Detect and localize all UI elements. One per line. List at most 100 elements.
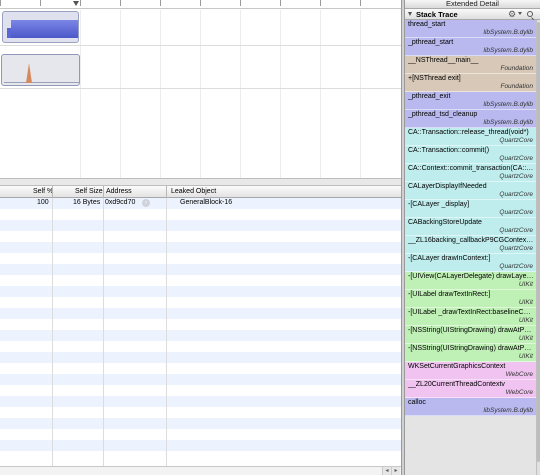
stack-frame-library: libSystem.B.dylib [483,101,534,108]
search-icon[interactable] [527,11,533,17]
stack-frame-function: _pthread_exit [408,93,451,100]
table-row [0,286,401,297]
stack-frame[interactable]: __ZL16backing_callbackP9CGContextPv Quart… [405,236,536,254]
stack-frame[interactable]: __NSThread__main__ Foundation [405,56,536,74]
ruler-tick [200,0,201,6]
stack-frame-library: WebCore [505,389,533,396]
stack-frame[interactable]: -[UILabel drawTextInRect:] UIKit [405,290,536,308]
stack-frame[interactable]: _pthread_start libSystem.B.dylib [405,38,536,56]
column-header-address[interactable]: Address [106,188,132,195]
stack-frame[interactable]: +[NSThread exit] Foundation [405,74,536,92]
stack-frame[interactable]: thread_start libSystem.B.dylib [405,20,536,38]
table-row [0,352,401,363]
grid-line [240,10,241,178]
stack-frame[interactable]: CALayerDisplayIfNeeded QuartzCore [405,182,536,200]
stack-frame[interactable]: -[UIView(CALayerDelegate) drawLayer:in..… [405,272,536,290]
extended-detail-panel: Extended Detail Stack Trace ⚙ thread_sta… [405,0,540,475]
leaked-object-row[interactable]: 100 16 Bytes 0xd9cd70 › GeneralBlock-16 [0,198,401,209]
address-detail-arrow-icon[interactable]: › [142,199,150,207]
stack-frame-library: UIKit [518,299,533,306]
leaks-graph-baseline [4,82,79,83]
stack-frame[interactable]: calloc libSystem.B.dylib [405,398,536,416]
stack-frame-function: -[UILabel drawTextInRect:] [408,291,491,298]
stack-frame[interactable]: _pthread_exit libSystem.B.dylib [405,92,536,110]
stack-frame-library: QuartzCore [499,191,533,198]
column-header-self-size[interactable]: Self Size [75,188,103,195]
stack-frame-function: -[UILabel _drawTextInRect:baselineCalcu.… [408,309,534,316]
stack-frame[interactable]: __ZL20CurrentThreadContextv WebCore [405,380,536,398]
stack-frame[interactable]: WKSetCurrentGraphicsContext WebCore [405,362,536,380]
stack-frame-function: CA::Context::commit_transaction(CA::Tr..… [408,165,534,172]
stack-frame[interactable]: -[NSString(UIStringDrawing) drawAtPoint.… [405,344,536,362]
stack-frame-function: __ZL16backing_callbackP9CGContextPv [408,237,534,244]
table-body: 100 16 Bytes 0xd9cd70 › GeneralBlock-16 [0,198,401,466]
gear-icon[interactable]: ⚙ [508,9,516,20]
allocations-track-graph[interactable] [2,11,79,43]
column-header-leaked-object[interactable]: Leaked Object [171,188,216,195]
stack-frame-function: thread_start [408,21,446,28]
stack-frame[interactable]: -[CALayer drawInContext:] QuartzCore [405,254,536,272]
playhead-marker[interactable] [73,1,79,6]
column-header-self-percent[interactable]: Self % [33,188,53,195]
table-row [0,242,401,253]
triangle-disclosure-icon[interactable] [408,12,412,16]
column-separator[interactable] [166,186,167,198]
chevron-down-icon[interactable] [518,12,522,15]
stack-frame-library: UIKit [518,281,533,288]
ruler-tick [80,0,81,6]
stack-frame-function: -[UIView(CALayerDelegate) drawLayer:in..… [408,273,534,280]
instrument-tracks[interactable] [0,10,401,178]
stack-frame[interactable]: CA::Transaction::release_thread(void*) Qu… [405,128,536,146]
ruler-tick [160,0,161,6]
stack-frame-function: CA::Transaction::commit() [408,147,490,154]
ruler-tick [40,0,41,6]
leaks-instrument-panel: Self % Self Size Address Leaked Object 1… [0,0,401,475]
leaked-object-cell: GeneralBlock-16 [180,199,233,206]
stack-frame[interactable]: -[CALayer _display] QuartzCore [405,200,536,218]
extended-detail-title: Extended Detail [405,0,540,9]
address-cell: 0xd9cd70 [105,199,136,206]
stack-frame-function: _pthread_tsd_cleanup [408,111,478,118]
leak-spike-marker[interactable] [26,63,32,83]
stack-frame-function: -[NSString(UIStringDrawing) drawAtPoint.… [408,327,534,334]
column-separator[interactable] [52,186,53,198]
stack-frame-library: QuartzCore [499,155,533,162]
stack-frame[interactable]: -[NSString(UIStringDrawing) drawAtPoint.… [405,326,536,344]
pane-splitter[interactable] [0,178,401,186]
stack-frame-library: libSystem.B.dylib [483,47,534,54]
stack-frame-function: -[CALayer _display] [408,201,470,208]
table-header: Self % Self Size Address Leaked Object [0,186,401,198]
stack-frame[interactable]: CA::Transaction::commit()QuartzCore [405,146,536,164]
vertical-scrollbar[interactable] [536,20,540,475]
scroll-right-arrow-icon[interactable]: ▸ [391,467,400,475]
stack-trace-title: Stack Trace [416,10,458,19]
stack-frame[interactable]: CA::Context::commit_transaction(CA::Tr..… [405,164,536,182]
stack-frame-function: -[NSString(UIStringDrawing) drawAtPoint.… [408,345,534,352]
horizontal-scrollbar[interactable]: ◂ ▸ [0,466,401,475]
stack-frame-library: libSystem.B.dylib [483,119,534,126]
grid-line [280,10,281,178]
grid-line [160,10,161,178]
stack-frame-library: libSystem.B.dylib [483,407,534,414]
scroll-left-arrow-icon[interactable]: ◂ [382,467,391,475]
leaks-track-graph[interactable] [1,54,80,86]
timeline-ruler[interactable] [0,0,401,9]
stack-frame[interactable]: _pthread_tsd_cleanup libSystem.B.dylib [405,110,536,128]
self-size-cell: 16 Bytes [73,199,101,206]
stack-frame-library: UIKit [518,335,533,342]
allocations-graph-fill [11,20,78,38]
stack-frame[interactable]: -[UILabel _drawTextInRect:baselineCalcu.… [405,308,536,326]
stack-frame-function: +[NSThread exit] [408,75,461,82]
column-separator [166,198,167,466]
stack-frame-library: QuartzCore [499,173,533,180]
stack-frame-function: -[CALayer drawInContext:] [408,255,491,262]
ruler-tick [0,0,1,6]
stack-frame-library: QuartzCore [499,209,533,216]
column-separator[interactable] [103,186,104,198]
grid-line [120,10,121,178]
stack-frame-library: QuartzCore [499,227,533,234]
grid-line [320,10,321,178]
ruler-tick [280,0,281,6]
self-percent-cell: 100 [37,199,49,206]
stack-frame[interactable]: CABackingStoreUpdate QuartzCore [405,218,536,236]
